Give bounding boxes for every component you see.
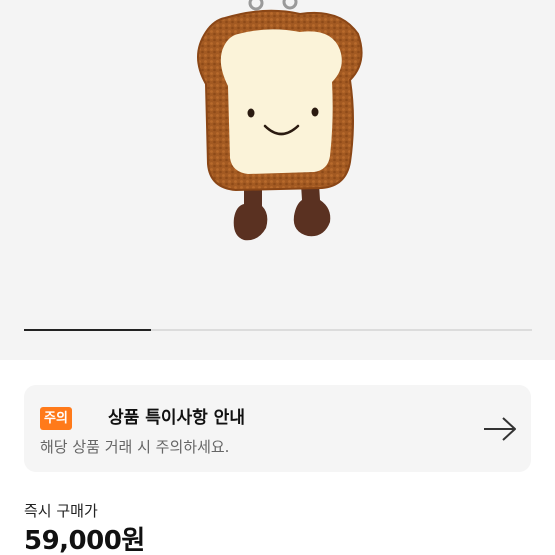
notice-title: 상품 특이사항 안내 — [108, 408, 245, 428]
arrow-right-icon[interactable] — [482, 411, 518, 447]
carousel-progress-fill — [24, 329, 151, 331]
toast-plush-image — [197, 0, 363, 241]
caution-badge: 주의 — [40, 407, 72, 430]
product-notice-card[interactable]: 주의 상품 특이사항 안내 해당 상품 거래 시 주의하세요. — [24, 385, 531, 472]
product-detail-page: 주의 상품 특이사항 안내 해당 상품 거래 시 주의하세요. 즉시 구매가 5… — [0, 0, 555, 555]
buy-now-price-label: 즉시 구매가 — [24, 502, 98, 520]
notice-description: 해당 상품 거래 시 주의하세요. — [40, 438, 230, 456]
carousel-progress-bar — [24, 329, 532, 331]
product-image-area[interactable] — [0, 0, 555, 360]
buy-now-price: 59,000원 — [24, 526, 145, 555]
